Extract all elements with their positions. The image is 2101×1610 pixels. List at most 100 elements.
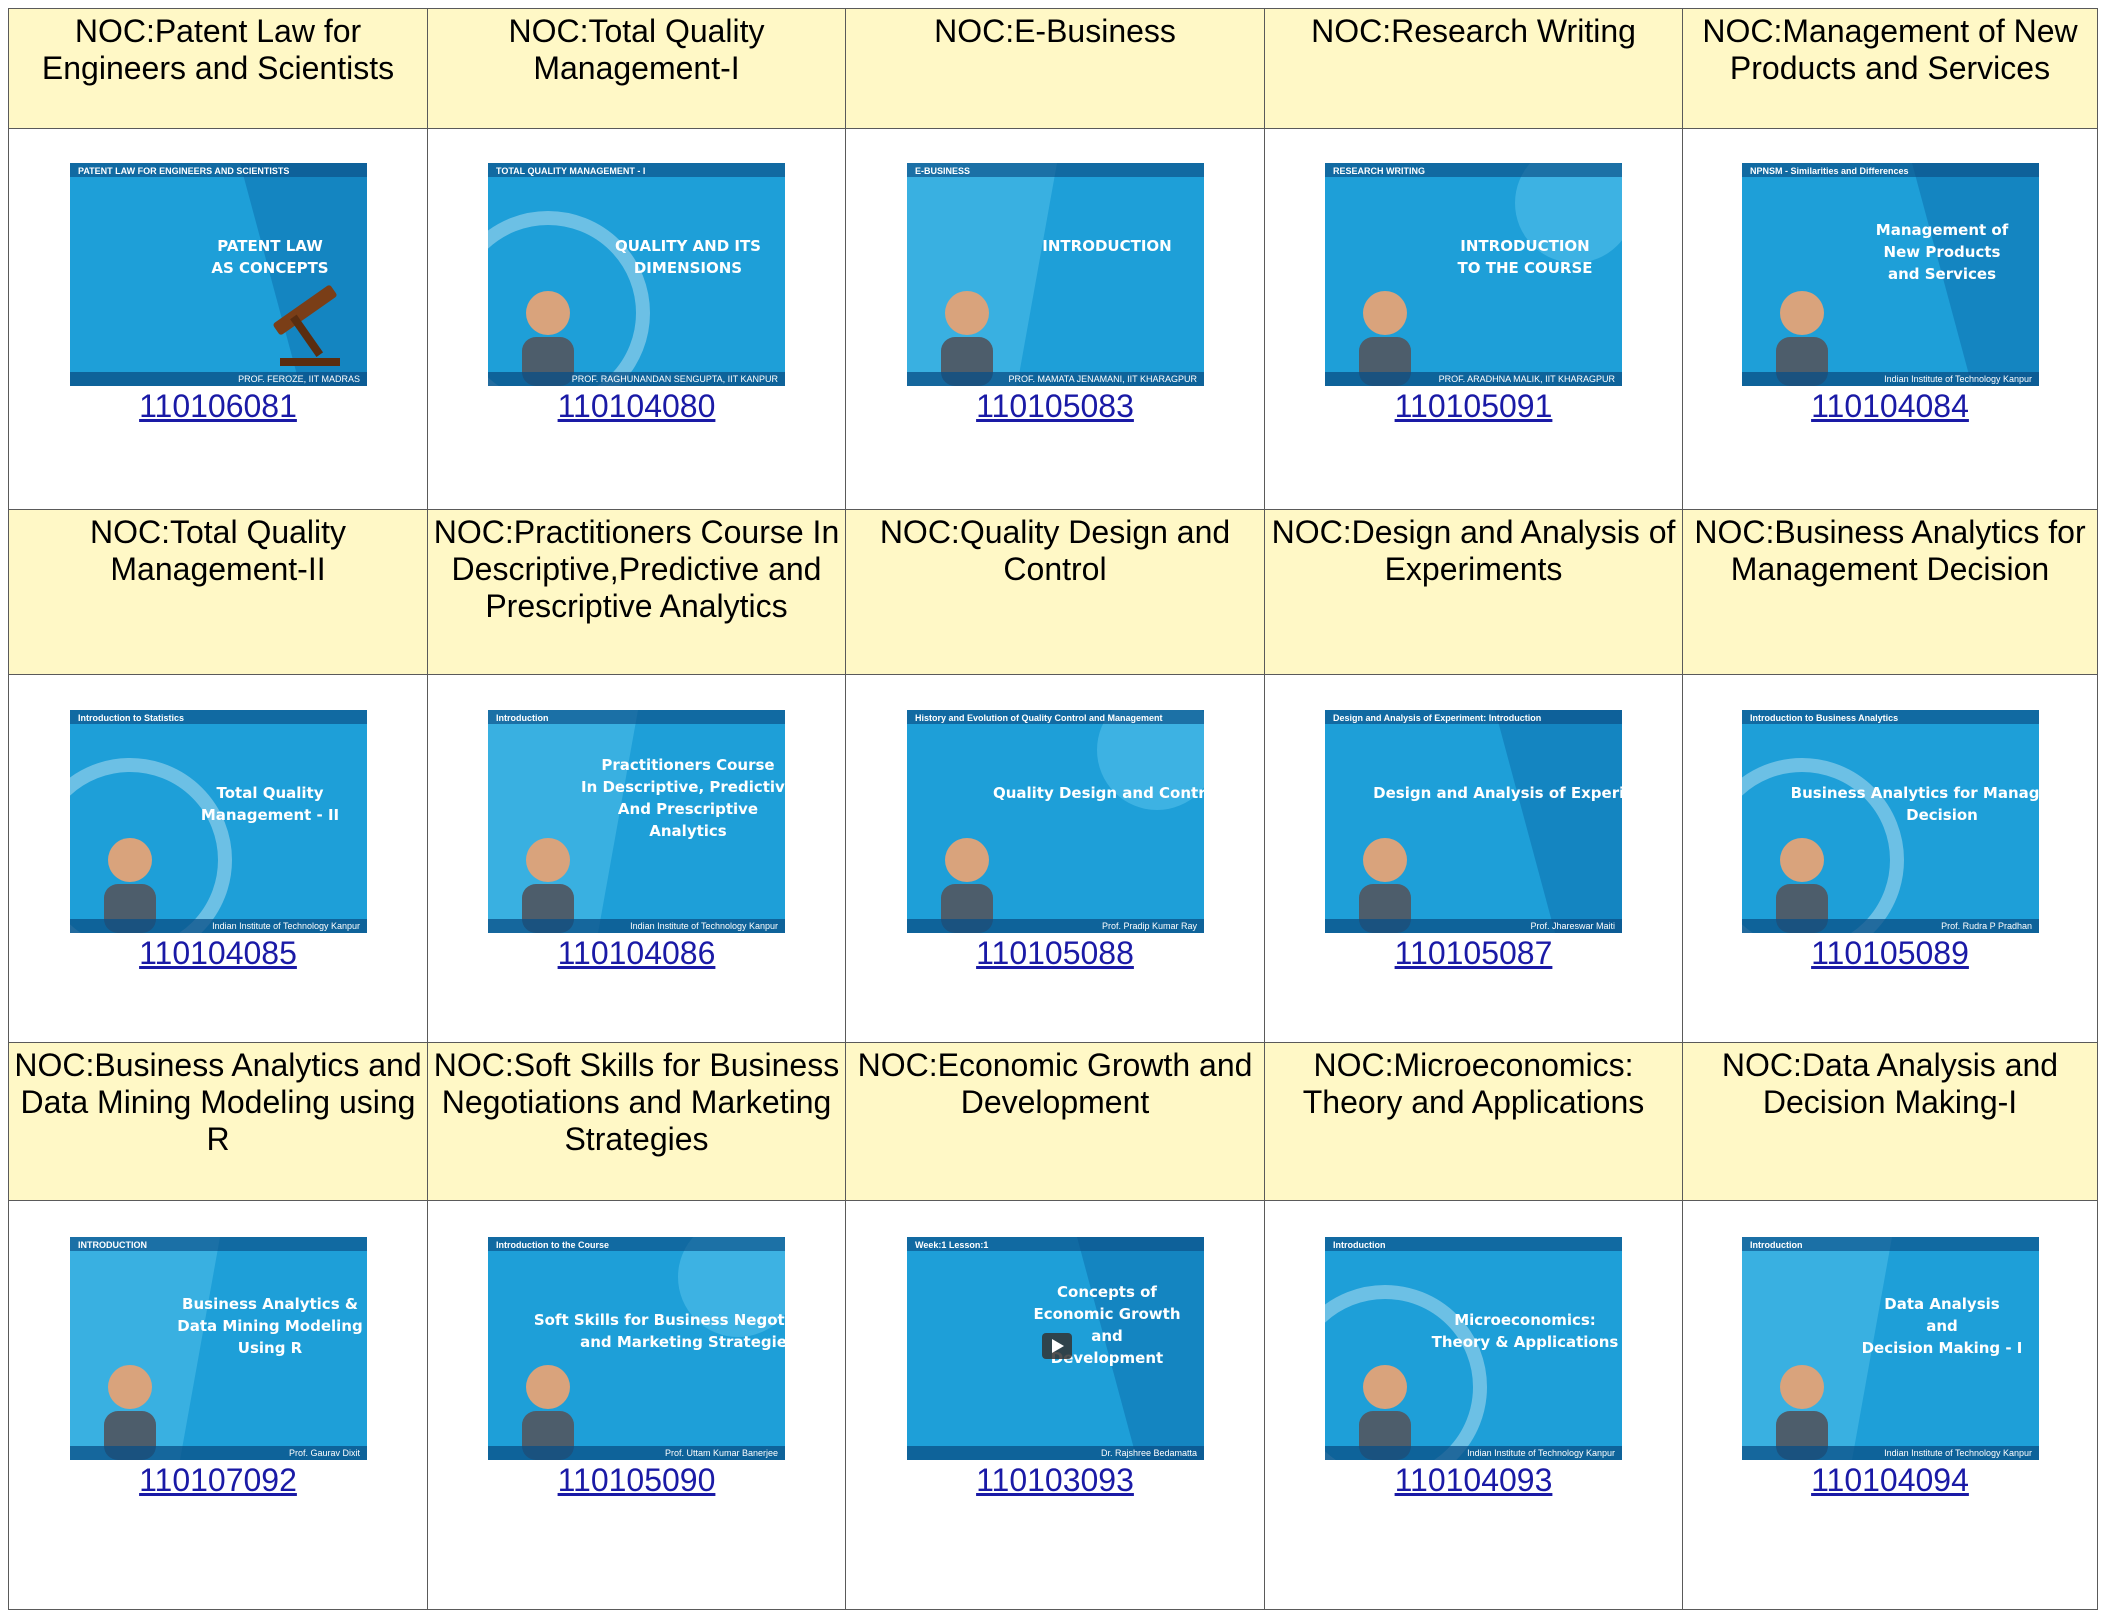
presenter-icon: [940, 838, 993, 933]
course-thumbnail[interactable]: Introduction Microeconomics: Theory & Appl…: [1325, 1237, 1622, 1460]
course-title: NOC:Business Analytics and Data Mining M…: [14, 1047, 422, 1157]
course-card-cell: PATENT LAW FOR ENGINEERS AND SCIENTISTS P…: [8, 128, 428, 510]
thumb-footer: Indian Institute of Technology Kanpur: [212, 921, 360, 931]
thumb-heading-line: Theory & Applications: [1432, 1333, 1619, 1351]
course-code-link[interactable]: 110104084: [1683, 388, 2097, 424]
course-title-cell: NOC:Business Analytics for Management De…: [1682, 509, 2098, 675]
presenter-icon: [1359, 1365, 1411, 1460]
course-code-link[interactable]: 110105089: [1683, 935, 2097, 971]
course-code-link[interactable]: 110106081: [9, 388, 427, 424]
thumbnail-row: INTRODUCTION Business Analytics & Data Min…: [8, 1200, 2098, 1610]
course-code-link[interactable]: 110105091: [1265, 388, 1682, 424]
course-thumbnail[interactable]: History and Evolution of Quality Control…: [906, 710, 1204, 933]
title-row: NOC:Patent Law for Engineers and Scienti…: [8, 8, 2098, 129]
course-code-link[interactable]: 110105087: [1265, 935, 1682, 971]
thumb-heading-line: Total Quality: [216, 784, 323, 802]
course-code-link[interactable]: 110103093: [846, 1462, 1264, 1498]
thumb-heading-line: PATENT LAW: [217, 237, 323, 255]
thumb-heading-line: Economic Growth: [1033, 1305, 1180, 1323]
thumb-subtitle: PATENT LAW FOR ENGINEERS AND SCIENTISTS: [78, 166, 289, 176]
course-card-cell: Design and Analysis of Experiment: Intro…: [1264, 674, 1683, 1043]
thumb-subtitle: Introduction to Statistics: [78, 713, 184, 723]
course-code-link[interactable]: 110104094: [1683, 1462, 2097, 1498]
thumb-heading-line: Management - II: [200, 806, 338, 824]
course-code-link[interactable]: 110105090: [428, 1462, 845, 1498]
thumb-heading-line: Soft Skills for Business Negotiations: [534, 1311, 785, 1329]
thumb-heading-line: DIMENSIONS: [634, 259, 742, 277]
thumb-heading-line: Analytics: [649, 822, 727, 840]
thumb-heading-line: Data Analysis: [1884, 1295, 1999, 1313]
course-title: NOC:Soft Skills for Business Negotiation…: [433, 1047, 840, 1157]
course-title: NOC:Design and Analysis of Experiments: [1271, 514, 1676, 587]
course-code-link[interactable]: 110105088: [846, 935, 1264, 971]
thumb-subtitle: E-BUSINESS: [915, 166, 970, 176]
thumb-heading-line: Business Analytics for Management: [1790, 784, 2038, 802]
course-title-cell: NOC:Design and Analysis of Experiments: [1264, 509, 1683, 675]
thumb-heading-line: New Products: [1883, 243, 2000, 261]
course-thumbnail[interactable]: INTRODUCTION Business Analytics & Data Min…: [69, 1237, 367, 1460]
course-title: NOC:Total Quality Management-II: [89, 514, 347, 587]
thumb-footer: Prof. Pradip Kumar Ray: [1101, 921, 1197, 931]
course-code-link[interactable]: 110104085: [9, 935, 427, 971]
thumb-subtitle: TOTAL QUALITY MANAGEMENT - I: [496, 166, 645, 176]
course-thumbnail[interactable]: Introduction to the Course Soft Skills fo…: [488, 1237, 785, 1460]
course-thumbnail[interactable]: Introduction Data Analysis and Decision Mak…: [1741, 1237, 2039, 1460]
thumb-heading-line: AS CONCEPTS: [211, 259, 328, 277]
course-card-cell: RESEARCH WRITING INTRODUCTION TO THE COURS…: [1264, 128, 1683, 510]
thumb-heading-line: Practitioners Course: [601, 756, 774, 774]
presenter-icon: [1359, 291, 1411, 386]
course-thumbnail[interactable]: TOTAL QUALITY MANAGEMENT - I QUALITY AND …: [488, 163, 785, 386]
thumb-heading-line: Quality Design and Control: [992, 784, 1203, 802]
thumb-subtitle: Introduction: [1750, 1240, 1803, 1250]
thumb-heading-line: And Prescriptive: [618, 800, 758, 818]
course-thumbnail[interactable]: PATENT LAW FOR ENGINEERS AND SCIENTISTS P…: [69, 163, 367, 386]
presenter-icon: [522, 291, 574, 386]
thumb-footer: PROF. RAGHUNANDAN SENGUPTA, IIT KANPUR: [572, 374, 779, 384]
course-title-cell: NOC:Management of New Products and Servi…: [1682, 8, 2098, 129]
thumb-footer: Indian Institute of Technology Kanpur: [630, 921, 778, 931]
course-code-link[interactable]: 110107092: [9, 1462, 427, 1498]
thumb-heading-line: Decision Making - I: [1861, 1339, 2022, 1357]
course-code-link[interactable]: 110104086: [428, 935, 845, 971]
thumb-heading-line: Decision: [1906, 806, 1978, 824]
course-code-link[interactable]: 110104093: [1265, 1462, 1682, 1498]
thumb-footer: Prof. Rudra P Pradhan: [1941, 921, 2032, 931]
thumb-heading-line: INTRODUCTION: [1042, 237, 1171, 255]
thumb-heading-line: QUALITY AND ITS: [615, 237, 761, 255]
thumb-subtitle: Week:1 Lesson:1: [915, 1240, 988, 1250]
course-thumbnail[interactable]: Design and Analysis of Experiment: Intro…: [1325, 710, 1622, 933]
play-icon[interactable]: [1041, 1333, 1072, 1359]
thumbnail-row: PATENT LAW FOR ENGINEERS AND SCIENTISTS P…: [8, 128, 2098, 510]
course-thumbnail[interactable]: E-BUSINESS INTRODUCTION PROF. MAMATA JENAM…: [906, 163, 1204, 386]
course-title-cell: NOC:Research Writing: [1264, 8, 1683, 129]
thumb-subtitle: Design and Analysis of Experiment: Intro…: [1333, 713, 1541, 723]
course-code-link[interactable]: 110105083: [846, 388, 1264, 424]
thumb-footer: Prof. Gaurav Dixit: [288, 1448, 360, 1458]
thumb-heading-line: Data Mining Modeling: [177, 1317, 362, 1335]
course-card-cell: E-BUSINESS INTRODUCTION PROF. MAMATA JENAM…: [845, 128, 1265, 510]
thumb-subtitle: Introduction: [496, 713, 549, 723]
course-thumbnail[interactable]: NPNSM - Similarities and Differences Mana…: [1741, 163, 2039, 386]
course-thumbnail[interactable]: Introduction to Business Analytics Busine…: [1741, 710, 2039, 933]
course-title: NOC:Practitioners Course In Descriptive,…: [433, 514, 840, 624]
course-card-cell: NPNSM - Similarities and Differences Mana…: [1682, 128, 2098, 510]
course-code-link[interactable]: 110104080: [428, 388, 845, 424]
course-title: NOC:Microeconomics: Theory and Applicati…: [1302, 1047, 1645, 1120]
course-thumbnail[interactable]: Week:1 Lesson:1 Concepts of Economic Growt…: [906, 1237, 1204, 1460]
presenter-icon: [103, 1365, 156, 1460]
thumb-footer: Prof. Uttam Kumar Banerjee: [665, 1448, 778, 1458]
course-thumbnail[interactable]: RESEARCH WRITING INTRODUCTION TO THE COURS…: [1325, 163, 1622, 386]
presenter-icon: [103, 838, 156, 933]
course-thumbnail[interactable]: Introduction Practitioners Course In Descr…: [488, 710, 785, 933]
thumb-subtitle: INTRODUCTION: [78, 1240, 147, 1250]
course-card-cell: INTRODUCTION Business Analytics & Data Min…: [8, 1200, 428, 1610]
course-thumbnail[interactable]: Introduction to Statistics Total Quality M…: [69, 710, 367, 933]
thumb-heading-line: Microeconomics:: [1454, 1311, 1596, 1329]
course-title: NOC:E-Business: [934, 13, 1176, 49]
thumb-subtitle: NPNSM - Similarities and Differences: [1750, 166, 1909, 176]
presenter-icon: [1775, 291, 1828, 386]
presenter-icon: [1359, 838, 1411, 933]
thumb-subtitle: Introduction to the Course: [496, 1240, 609, 1250]
thumb-footer: PROF. ARADHNA MALIK, IIT KHARAGPUR: [1439, 374, 1616, 384]
thumb-footer: Indian Institute of Technology Kanpur: [1467, 1448, 1615, 1458]
